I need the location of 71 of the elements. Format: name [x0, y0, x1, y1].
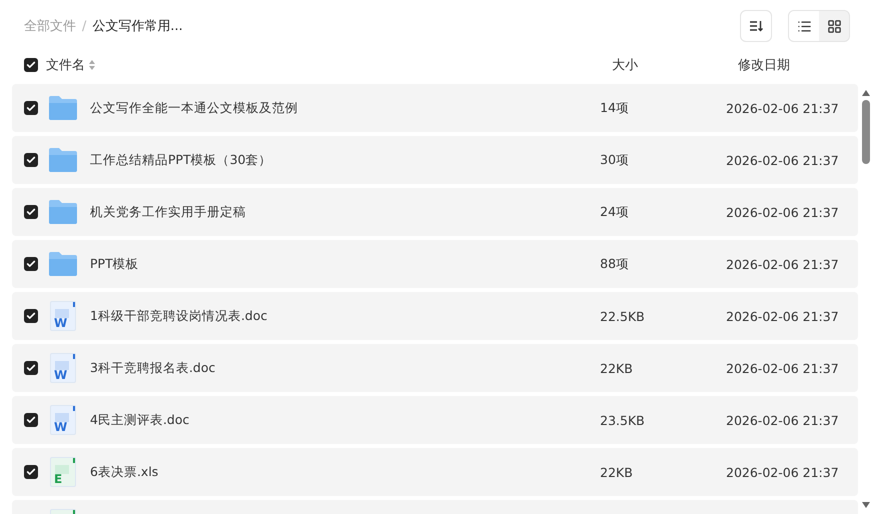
checkbox[interactable] [24, 205, 38, 219]
file-size: 23.5KB [600, 412, 645, 428]
file-size: 88项 [600, 256, 629, 270]
check-icon [26, 311, 36, 321]
list-view-icon [796, 18, 812, 34]
file-size: 22KB [600, 360, 633, 376]
file-row[interactable]: W 3科干竞聘报名表.doc 22KB 2026-02-06 21:37 [12, 344, 858, 392]
file-name: 4民主测评表.doc [90, 412, 190, 428]
checkbox[interactable] [24, 257, 38, 271]
word-document-icon: W [50, 353, 76, 383]
word-document-icon: W [50, 301, 76, 331]
file-name: 机关党务工作实用手册定稿 [90, 204, 246, 220]
file-row[interactable]: 工作总结精品PPT模板（30套） 30项 2026-02-06 21:37 [12, 136, 858, 184]
folder-icon [48, 95, 78, 121]
file-name: 6表决票.xls [90, 464, 158, 480]
file-size: 14项 [600, 100, 629, 114]
file-size: 22.5KB [600, 308, 645, 324]
checkbox[interactable] [24, 101, 38, 115]
check-icon [26, 467, 36, 477]
column-header[interactable]: 大小 [612, 58, 638, 73]
checkbox[interactable] [24, 413, 38, 427]
sort-icon [749, 20, 763, 32]
file-row[interactable]: W 4民主测评表.doc 23.5KB 2026-02-06 21:37 [12, 396, 858, 444]
check-icon [26, 60, 36, 70]
folder-icon [48, 147, 78, 173]
scroll-up-icon[interactable] [862, 90, 870, 96]
modified-date: 2026-02-06 21:37 [726, 204, 839, 220]
breadcrumb-separator: / [82, 18, 86, 34]
file-row[interactable]: W 1科级干部竞聘设岗情况表.doc 22.5KB 2026-02-06 21:37 [12, 292, 858, 340]
scrollbar-thumb[interactable] [862, 100, 870, 164]
file-size: 30项 [600, 152, 629, 166]
checkbox[interactable] [24, 309, 38, 323]
checkbox[interactable] [24, 361, 38, 375]
checkbox[interactable] [24, 58, 38, 72]
folder-icon [48, 251, 78, 277]
file-name: PPT模板 [90, 256, 139, 272]
modified-date: 2026-02-06 21:37 [726, 464, 839, 480]
modified-date: 2026-02-06 21:37 [726, 308, 839, 324]
check-icon [26, 207, 36, 217]
check-icon [26, 259, 36, 269]
file-row[interactable]: 机关党务工作实用手册定稿 24项 2026-02-06 21:37 [12, 188, 858, 236]
file-size: 24项 [600, 204, 629, 218]
check-icon [26, 155, 36, 165]
column-header[interactable]: 文件名 [46, 56, 85, 74]
spreadsheet-icon: E [50, 457, 76, 487]
breadcrumb-link[interactable]: 公文写作常用... [92, 17, 183, 35]
column-header[interactable]: 修改日期 [738, 58, 790, 73]
file-row[interactable]: E 6表决票.xls 22KB 2026-02-06 21:37 [12, 448, 858, 496]
modified-date: 2026-02-06 21:37 [726, 256, 839, 272]
file-name: 1科级干部竞聘设岗情况表.doc [90, 308, 268, 324]
modified-date: 2026-02-06 21:37 [726, 100, 839, 116]
file-name: 工作总结精品PPT模板（30套） [90, 152, 272, 168]
check-icon [26, 415, 36, 425]
check-icon [26, 103, 36, 113]
view-toggle-button[interactable] [789, 11, 819, 41]
checkbox[interactable] [24, 465, 38, 479]
scroll-down-icon[interactable] [862, 502, 870, 508]
modified-date: 2026-02-06 21:37 [726, 412, 839, 428]
file-size: 22KB [600, 464, 633, 480]
sort-button[interactable] [740, 10, 772, 42]
file-row[interactable]: 公文写作全能一本通公文模板及范例 14项 2026-02-06 21:37 [12, 84, 858, 132]
modified-date: 2026-02-06 21:37 [726, 360, 839, 376]
file-name: 3科干竞聘报名表.doc [90, 360, 216, 376]
file-row[interactable]: PPT模板 88项 2026-02-06 21:37 [12, 240, 858, 288]
check-icon [26, 363, 36, 373]
word-document-icon: W [50, 405, 76, 435]
folder-icon [48, 199, 78, 225]
file-name: 公文写作全能一本通公文模板及范例 [90, 100, 298, 116]
grid-view-icon [826, 18, 842, 34]
modified-date: 2026-02-06 21:37 [726, 152, 839, 168]
checkbox[interactable] [24, 153, 38, 167]
